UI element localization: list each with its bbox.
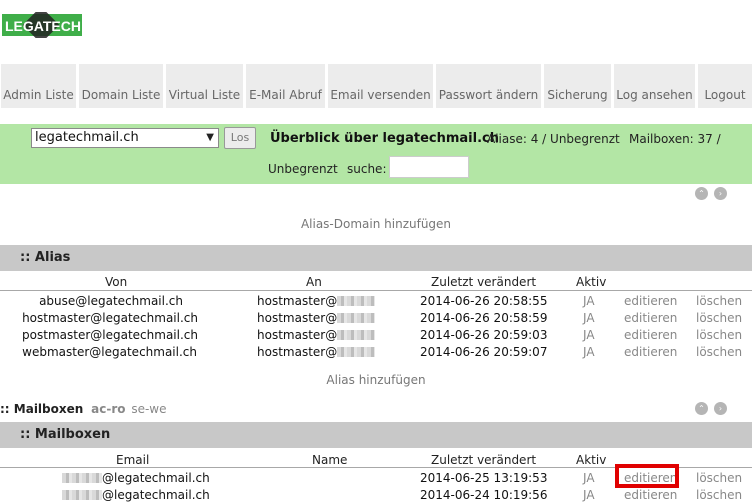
alias-domain-add-link[interactable]: Alias-Domain hinzufügen xyxy=(0,217,752,231)
mailbox-range-link[interactable]: ac-ro xyxy=(91,402,125,416)
svg-text:LEGATECH: LEGATECH xyxy=(5,18,81,34)
edit-link[interactable]: editieren xyxy=(624,345,677,359)
col-header-name: Name xyxy=(312,453,348,467)
col-header-aktiv: Aktiv xyxy=(576,275,607,289)
nav-admin-liste[interactable]: Admin Liste xyxy=(0,64,76,108)
col-header-aktiv: Aktiv xyxy=(576,453,607,467)
mailbox-modified: 2014-06-24 10:19:56 xyxy=(420,488,548,502)
mailbox-modified: 2014-06-25 13:19:53 xyxy=(420,471,548,485)
mailboxes-count: Mailboxen: 37 / xyxy=(629,132,721,146)
nav-email-versenden[interactable]: Email versenden xyxy=(327,64,433,108)
mailbox-active: JA xyxy=(583,471,595,485)
mailbox-filter: :: Mailboxen ac-ro se-we xyxy=(0,402,166,416)
delete-link[interactable]: löschen xyxy=(696,488,742,502)
alias-to: hostmaster@ xyxy=(257,311,376,325)
alias-modified: 2014-06-26 20:58:55 xyxy=(420,294,548,308)
delete-link[interactable]: löschen xyxy=(696,471,742,485)
mailbox-section-header: :: Mailboxen xyxy=(0,422,752,448)
nav-label: E-Mail Abruf xyxy=(249,88,322,102)
alias-from: abuse@legatechmail.ch xyxy=(39,294,183,308)
highlight-box xyxy=(615,464,679,488)
nav-passwort-aendern[interactable]: Passwort ändern xyxy=(435,64,541,108)
domain-select[interactable]: legatechmail.ch ▼ xyxy=(31,128,219,148)
overview-bar: legatechmail.ch ▼ Los Überblick über leg… xyxy=(0,124,752,184)
legatech-logo: LEGATECH xyxy=(2,12,82,38)
nav-sicherung[interactable]: Sicherung xyxy=(543,64,611,108)
chevron-down-icon: ▼ xyxy=(206,132,214,143)
unlimited-text: Unbegrenzt xyxy=(268,162,338,176)
alias-to: hostmaster@ xyxy=(257,345,376,359)
pager-next-icon[interactable]: › xyxy=(714,402,727,415)
col-header-an: An xyxy=(306,275,322,289)
alias-to: hostmaster@ xyxy=(257,328,376,342)
aliases-count: Aliase: 4 / Unbegrenzt xyxy=(487,132,620,146)
nav-log-ansehen[interactable]: Log ansehen xyxy=(613,64,695,108)
alias-add-link[interactable]: Alias hinzufügen xyxy=(0,373,752,387)
domain-select-value: legatechmail.ch xyxy=(35,130,139,145)
mailbox-filter-label: :: Mailboxen xyxy=(0,402,84,416)
alias-from: webmaster@legatechmail.ch xyxy=(22,345,197,359)
delete-link[interactable]: löschen xyxy=(696,311,742,325)
delete-link[interactable]: löschen xyxy=(696,294,742,308)
delete-link[interactable]: löschen xyxy=(696,345,742,359)
edit-link[interactable]: editieren xyxy=(624,488,677,502)
mailbox-active: JA xyxy=(583,488,595,502)
nav-label: Sicherung xyxy=(547,88,608,102)
nav-label: Virtual Liste xyxy=(168,88,241,102)
nav-label: Email versenden xyxy=(330,88,431,102)
edit-link[interactable]: editieren xyxy=(624,328,677,342)
divider xyxy=(0,290,752,291)
col-header-von: Von xyxy=(105,275,128,289)
pager-up-icon[interactable]: ⌃ xyxy=(695,187,708,200)
alias-from: postmaster@legatechmail.ch xyxy=(22,328,198,342)
col-header-zuletzt: Zuletzt verändert xyxy=(431,275,537,289)
nav-label: Logout xyxy=(704,88,746,102)
edit-link[interactable]: editieren xyxy=(624,311,677,325)
nav-label: Admin Liste xyxy=(3,88,74,102)
col-header-zuletzt: Zuletzt verändert xyxy=(431,453,537,467)
pager-up-icon[interactable]: ⌃ xyxy=(695,402,708,415)
alias-modified: 2014-06-26 20:59:03 xyxy=(420,328,548,342)
nav-label: Log ansehen xyxy=(616,88,693,102)
alias-from: hostmaster@legatechmail.ch xyxy=(22,311,198,325)
los-button[interactable]: Los xyxy=(224,127,256,149)
mailbox-range-link[interactable]: se-we xyxy=(131,402,166,416)
edit-link[interactable]: editieren xyxy=(624,294,677,308)
search-label: suche: xyxy=(347,162,387,176)
alias-to: hostmaster@ xyxy=(257,294,376,308)
mailbox-email: @legatechmail.ch xyxy=(62,471,210,485)
nav-virtual-liste[interactable]: Virtual Liste xyxy=(165,64,243,108)
nav-label: Domain Liste xyxy=(81,88,161,102)
alias-active: JA xyxy=(583,311,595,325)
alias-modified: 2014-06-26 20:59:07 xyxy=(420,345,548,359)
col-header-email: Email xyxy=(116,453,150,467)
alias-active: JA xyxy=(583,345,595,359)
alias-modified: 2014-06-26 20:58:59 xyxy=(420,311,548,325)
alias-section-header: :: Alias xyxy=(0,245,752,271)
main-nav: Admin Liste Domain Liste Virtual Liste E… xyxy=(0,64,752,108)
mailbox-email: @legatechmail.ch xyxy=(62,488,210,502)
overview-title: Überblick über legatechmail.ch xyxy=(270,131,499,146)
pager-next-icon[interactable]: › xyxy=(714,187,727,200)
nav-domain-liste[interactable]: Domain Liste xyxy=(78,64,163,108)
nav-label: Passwort ändern xyxy=(438,88,539,102)
alias-active: JA xyxy=(583,328,595,342)
alias-active: JA xyxy=(583,294,595,308)
nav-email-abruf[interactable]: E-Mail Abruf xyxy=(245,64,325,108)
nav-logout[interactable]: Logout xyxy=(697,64,752,108)
search-input[interactable] xyxy=(389,156,469,178)
delete-link[interactable]: löschen xyxy=(696,328,742,342)
